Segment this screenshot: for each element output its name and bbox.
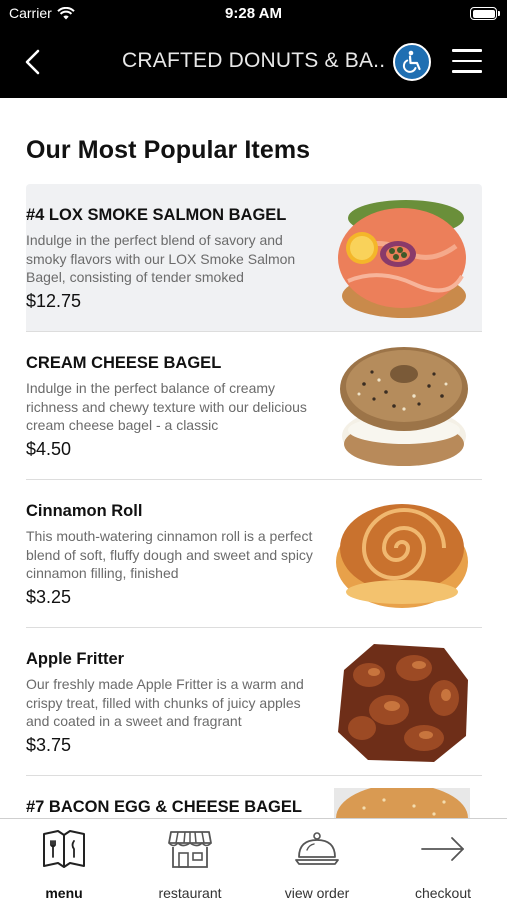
bottom-tab-bar: menu restaurant view order checkout (0, 818, 507, 900)
item-price: $3.25 (26, 587, 72, 607)
arrow-right-icon (421, 837, 464, 861)
cream-cheese-bagel-image (340, 347, 468, 466)
list-item[interactable]: Apple Fritter Our freshly made Apple Fri… (26, 628, 482, 776)
accessibility-button[interactable] (393, 43, 431, 81)
cloche-icon (295, 832, 339, 865)
apple-fritter-image (338, 644, 468, 762)
item-name: Cinnamon Roll (26, 502, 143, 520)
item-name: Apple Fritter (26, 650, 125, 668)
tab-view-order-label: view order (284, 885, 350, 900)
item-description: Indulge in the perfect balance of creamy… (26, 380, 307, 433)
list-item[interactable]: CREAM CHEESE BAGEL Indulge in the perfec… (26, 332, 482, 480)
tab-checkout[interactable]: checkout (388, 829, 498, 900)
battery-icon (470, 7, 500, 20)
item-name: #7 BACON EGG & CHEESE BAGEL (26, 798, 302, 816)
menu-book-icon (43, 830, 85, 868)
item-price: $3.75 (26, 735, 72, 755)
item-price: $12.75 (26, 291, 82, 311)
tab-restaurant-label: restaurant (158, 885, 222, 900)
clock: 9:28 AM (225, 5, 282, 22)
list-item[interactable]: #7 BACON EGG & CHEESE BAGEL (26, 776, 482, 818)
bacon-egg-cheese-bagel-image (334, 788, 470, 818)
status-bar: Carrier 9:28 AM (0, 0, 507, 28)
item-description: Indulge in the perfect blend of savory a… (26, 232, 296, 285)
list-item[interactable]: Cinnamon Roll This mouth-watering cinnam… (26, 480, 482, 628)
salmon-bagel-image (338, 200, 466, 318)
item-name: CREAM CHEESE BAGEL (26, 354, 222, 372)
tab-menu-label: menu (45, 885, 83, 900)
tab-checkout-label: checkout (414, 885, 472, 900)
item-description: Our freshly made Apple Fritter is a warm… (26, 676, 304, 729)
item-name: #4 LOX SMOKE SALMON BAGEL (26, 206, 287, 224)
restaurant-title: CRAFTED DONUTS & BA... (122, 49, 387, 72)
tab-restaurant[interactable]: restaurant (135, 829, 245, 900)
navigation-bar: CRAFTED DONUTS & BA... (0, 36, 507, 88)
cinnamon-roll-image (336, 504, 468, 608)
storefront-icon (168, 831, 212, 868)
header-bar: Carrier 9:28 AM CRAFTED DONUTS & BA... (0, 0, 507, 98)
back-chevron-icon[interactable] (18, 46, 50, 78)
hamburger-menu-icon[interactable] (452, 49, 482, 73)
item-price: $4.50 (26, 439, 72, 459)
tab-view-order[interactable]: view order (262, 829, 372, 900)
page-title: Our Most Popular Items (26, 136, 311, 164)
tab-menu[interactable]: menu (9, 829, 119, 900)
list-item[interactable]: #4 LOX SMOKE SALMON BAGEL Indulge in the… (26, 184, 482, 332)
wheelchair-icon (402, 50, 421, 73)
item-description: This mouth-watering cinnamon roll is a p… (26, 528, 313, 581)
popular-items-list: #4 LOX SMOKE SALMON BAGEL Indulge in the… (26, 184, 482, 818)
